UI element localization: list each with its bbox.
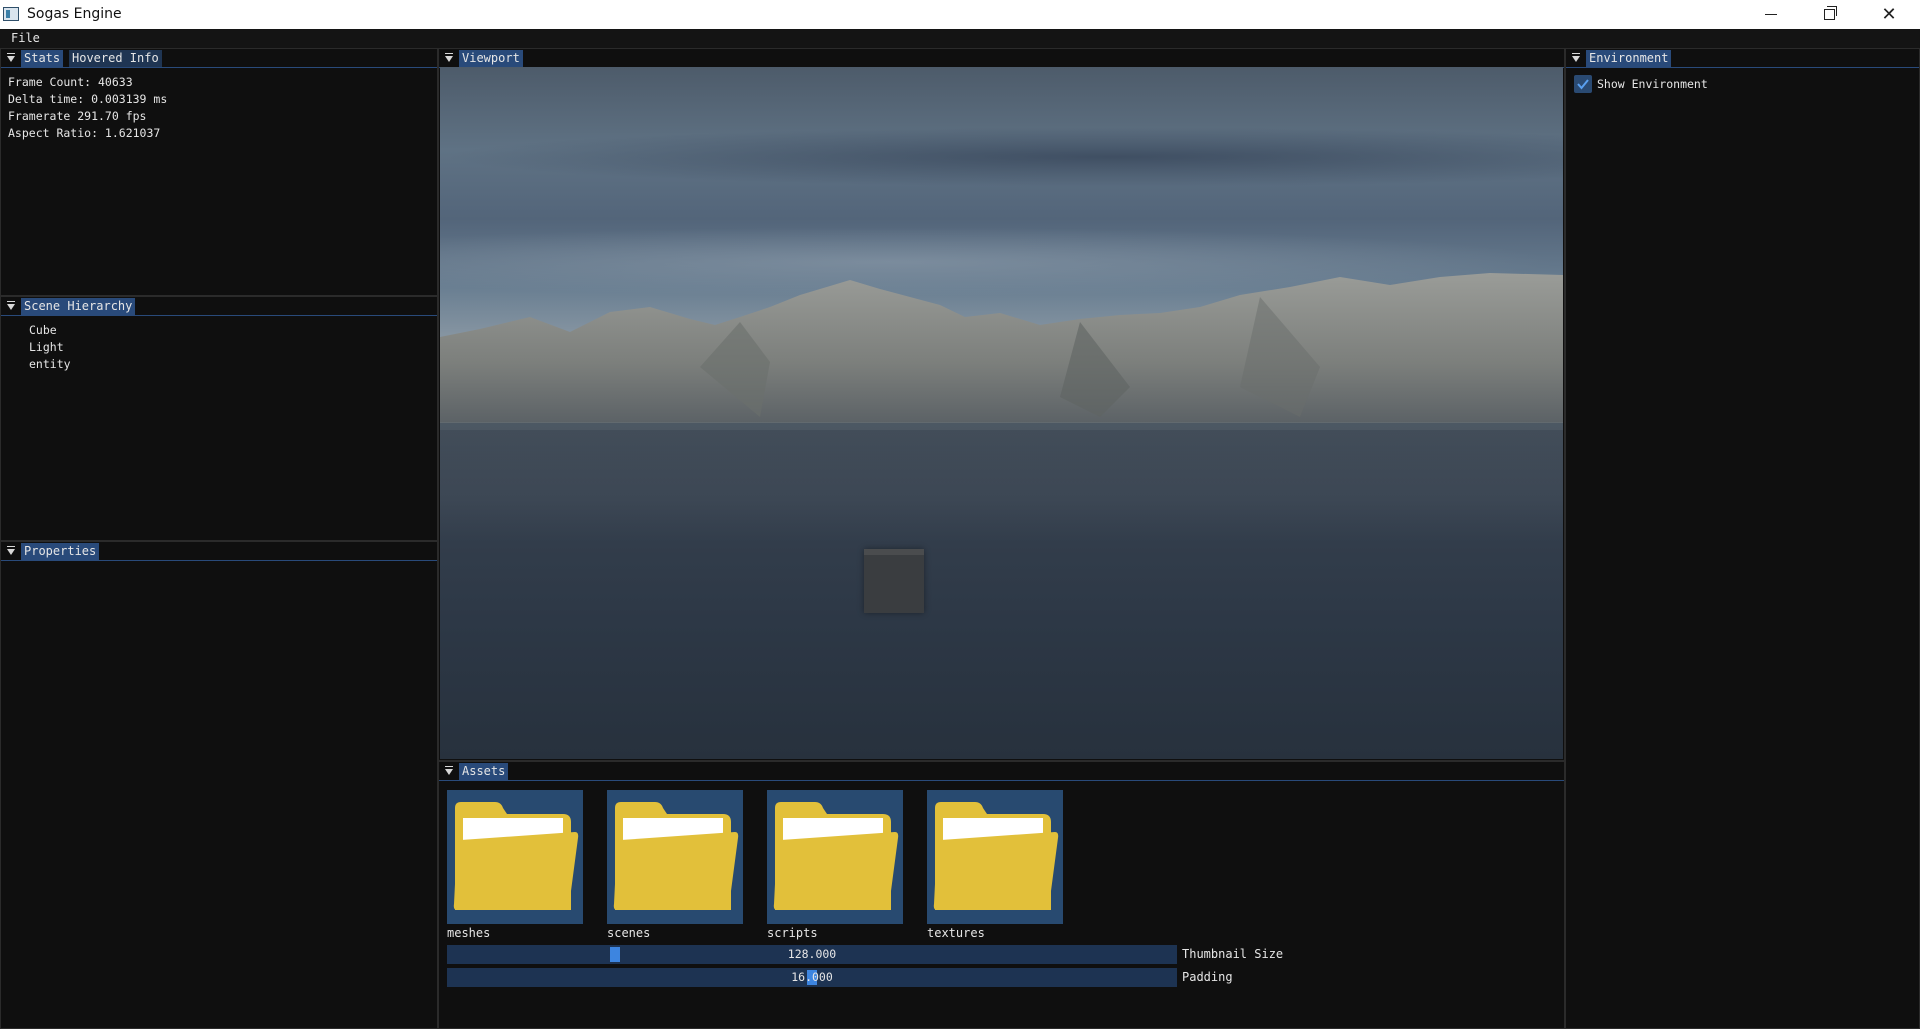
properties-panel: Properties [0, 541, 438, 1029]
environment-panel: Environment [1565, 48, 1920, 1029]
stat-framerate: Framerate 291.70 fps [8, 109, 147, 123]
folder-thumbnail[interactable] [927, 790, 1063, 924]
folder-thumbnail[interactable] [447, 790, 583, 924]
asset-folder-textures[interactable]: textures [927, 790, 1063, 940]
environment-tab-bar: Environment [1566, 49, 1919, 68]
collapse-arrow-icon[interactable] [443, 765, 455, 777]
show-environment-label[interactable]: Show Environment [1597, 77, 1708, 91]
viewport-render[interactable] [440, 67, 1563, 759]
thumbnail-size-slider[interactable]: 128.000 [447, 945, 1177, 964]
tab-viewport[interactable]: Viewport [459, 50, 523, 67]
window-title: Sogas Engine [27, 6, 122, 22]
scene-hierarchy-panel: Scene Hierarchy Cube Light entity [0, 296, 438, 541]
cube-entity[interactable] [864, 549, 924, 613]
stat-aspect-ratio: Aspect Ratio: 1.621037 [8, 126, 161, 140]
collapse-arrow-icon[interactable] [5, 545, 17, 557]
assets-tab-bar: Assets [439, 762, 1564, 781]
folder-icon [453, 802, 579, 910]
water-reflection [440, 422, 1563, 542]
folder-icon [613, 802, 739, 910]
hierarchy-item-light[interactable]: Light [29, 340, 64, 354]
tab-assets[interactable]: Assets [459, 763, 509, 780]
stat-frame-count: Frame Count: 40633 [8, 75, 133, 89]
collapse-arrow-icon[interactable] [1570, 52, 1582, 64]
padding-slider[interactable]: 16.000 [447, 968, 1177, 987]
hierarchy-item-cube[interactable]: Cube [29, 323, 57, 337]
menu-bar: File [0, 29, 1920, 48]
minimize-icon [1765, 14, 1777, 15]
collapse-arrow-icon[interactable] [5, 300, 17, 312]
tab-environment[interactable]: Environment [1586, 50, 1672, 67]
folder-icon [933, 802, 1059, 910]
folder-thumbnail[interactable] [607, 790, 743, 924]
padding-label: Padding [1182, 970, 1233, 984]
folder-icon [773, 802, 899, 910]
slider-value: 16.000 [791, 970, 833, 984]
restore-button[interactable] [1800, 0, 1858, 29]
asset-folder-meshes[interactable]: meshes [447, 790, 583, 940]
asset-folder-scenes[interactable]: scenes [607, 790, 743, 940]
collapse-arrow-icon[interactable] [5, 52, 17, 64]
asset-label: scenes [607, 926, 651, 940]
hierarchy-item-entity[interactable]: entity [29, 357, 71, 371]
tab-stats[interactable]: Stats [21, 50, 64, 67]
menu-file[interactable]: File [11, 31, 40, 45]
viewport-tab-bar: Viewport [439, 49, 1564, 68]
close-button[interactable]: ✕ [1858, 0, 1920, 29]
tab-properties[interactable]: Properties [21, 543, 100, 560]
app-icon [3, 7, 19, 21]
collapse-arrow-icon[interactable] [443, 52, 455, 64]
properties-tab-bar: Properties [1, 542, 437, 561]
tab-scene-hierarchy[interactable]: Scene Hierarchy [21, 298, 136, 315]
folder-thumbnail[interactable] [767, 790, 903, 924]
show-environment-checkbox[interactable] [1574, 75, 1592, 93]
window-title-bar[interactable]: Sogas Engine ✕ [0, 0, 1920, 29]
asset-folder-scripts[interactable]: scripts [767, 790, 903, 940]
tab-hovered-info[interactable]: Hovered Info [69, 50, 162, 67]
stats-panel: Stats Hovered Info Frame Count: 40633 De… [0, 48, 438, 296]
asset-label: meshes [447, 926, 491, 940]
stat-delta-time: Delta time: 0.003139 ms [8, 92, 168, 106]
hierarchy-tab-bar: Scene Hierarchy [1, 297, 437, 316]
minimize-button[interactable] [1742, 0, 1800, 29]
thumbnail-size-label: Thumbnail Size [1182, 947, 1284, 961]
mountain-range [440, 273, 1563, 430]
asset-label: scripts [767, 926, 818, 940]
stats-tab-bar: Stats Hovered Info [1, 49, 437, 68]
slider-value: 128.000 [787, 947, 837, 961]
close-icon: ✕ [1881, 4, 1897, 25]
restore-icon [1823, 6, 1837, 20]
checkmark-icon [1577, 79, 1589, 90]
asset-label: textures [927, 926, 985, 940]
